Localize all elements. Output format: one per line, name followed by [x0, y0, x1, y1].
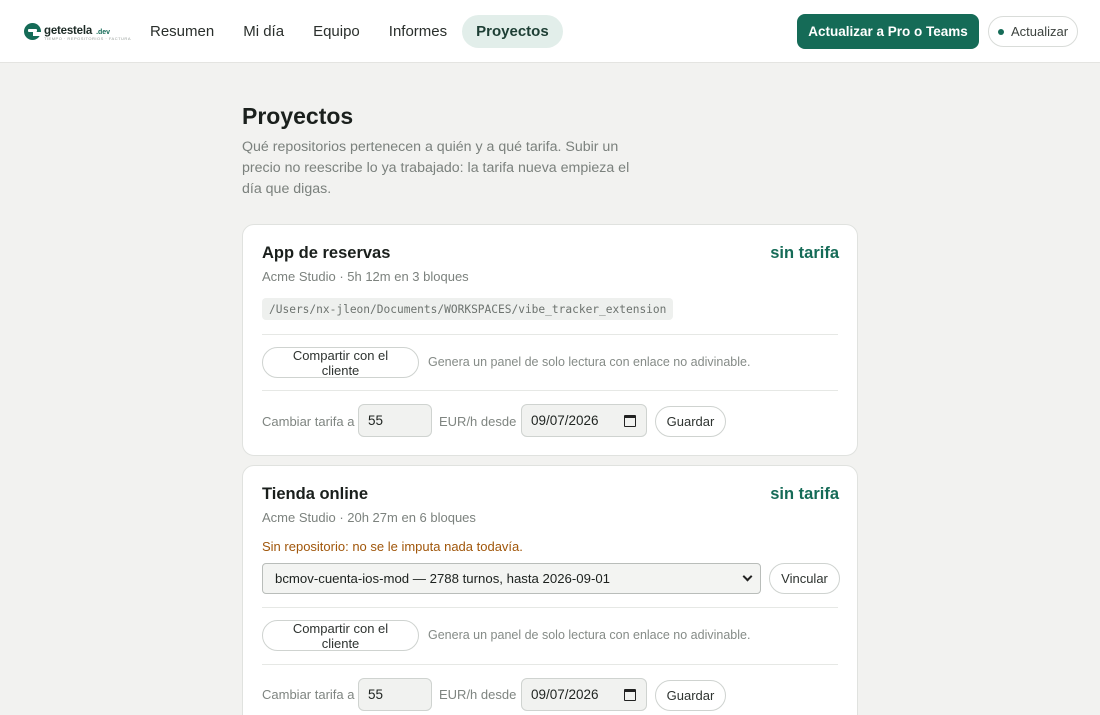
share-hint: Genera un panel de solo lectura con enla… — [428, 628, 751, 642]
repo-select-value: bcmov-cuenta-ios-mod — 2788 turnos, hast… — [275, 571, 610, 586]
rate-start-date-value: 09/07/2026 — [531, 687, 599, 702]
project-card: Tienda online sin tarifa Acme Studio · 2… — [242, 465, 858, 715]
rate-start-date-value: 09/07/2026 — [531, 413, 599, 428]
nav-item-proyectos[interactable]: Proyectos — [462, 15, 563, 48]
save-rate-button[interactable]: Guardar — [655, 680, 726, 711]
divider — [262, 390, 838, 391]
rate-unit-label: EUR/h desde — [439, 687, 517, 702]
upgrade-button[interactable]: Actualizar a Pro o Teams — [797, 14, 979, 49]
rate-status-badge: sin tarifa — [770, 485, 839, 503]
brand-tld: .dev — [96, 28, 111, 36]
repo-path: /Users/nx-jleon/Documents/WORKSPACES/vib… — [262, 298, 674, 320]
rate-unit-label: EUR/h desde — [439, 414, 517, 429]
share-hint: Genera un panel de solo lectura con enla… — [428, 355, 751, 369]
status-dot-icon — [997, 28, 1004, 35]
page-title: Proyectos — [242, 103, 354, 129]
nav-item-equipo[interactable]: Equipo — [299, 15, 374, 48]
divider — [262, 664, 838, 665]
rate-label: Cambiar tarifa a — [262, 687, 355, 702]
nav-item-resumen[interactable]: Resumen — [136, 15, 228, 48]
save-rate-button[interactable]: Guardar — [655, 406, 726, 437]
main-nav: Resumen Mi día Equipo Informes Proyectos — [136, 15, 564, 48]
divider — [262, 607, 838, 608]
page-description: Qué repositorios pertenecen a quién y a … — [242, 139, 630, 197]
no-repo-warning: Sin repositorio: no se le imputa nada to… — [262, 539, 523, 554]
project-name: Tienda online — [262, 485, 369, 503]
repo-select[interactable]: bcmov-cuenta-ios-mod — 2788 turnos, hast… — [262, 563, 761, 594]
project-name: App de reservas — [262, 244, 391, 262]
share-with-client-button[interactable]: Compartir con el cliente — [262, 620, 419, 651]
brand-tagline: TIEMPO · REPOSITORIOS · FACTURA — [44, 36, 131, 41]
logo-icon — [24, 22, 41, 40]
nav-item-informes[interactable]: Informes — [375, 15, 461, 48]
update-button-label: Actualizar — [1010, 24, 1069, 39]
divider — [262, 334, 838, 335]
update-button[interactable]: Actualizar — [988, 16, 1078, 47]
top-bar: getestela .dev TIEMPO · REPOSITORIOS · F… — [0, 0, 1100, 63]
calendar-icon[interactable] — [624, 415, 636, 427]
rate-label: Cambiar tarifa a — [262, 414, 355, 429]
nav-item-mi-dia[interactable]: Mi día — [229, 15, 298, 48]
project-meta: Acme Studio · 5h 12m en 3 bloques — [262, 269, 469, 284]
rate-start-date-input[interactable]: 09/07/2026 — [521, 678, 647, 711]
rate-start-date-input[interactable]: 09/07/2026 — [521, 404, 647, 437]
share-with-client-button[interactable]: Compartir con el cliente — [262, 347, 419, 378]
project-meta: Acme Studio · 20h 27m en 6 bloques — [262, 510, 476, 525]
rate-input[interactable]: 55 — [358, 404, 432, 437]
project-card: App de reservas sin tarifa Acme Studio ·… — [242, 224, 858, 456]
link-repo-button[interactable]: Vincular — [769, 563, 840, 594]
calendar-icon[interactable] — [624, 689, 636, 701]
chevron-down-icon — [742, 571, 753, 582]
rate-status-badge: sin tarifa — [770, 244, 839, 262]
rate-input[interactable]: 55 — [358, 678, 432, 711]
